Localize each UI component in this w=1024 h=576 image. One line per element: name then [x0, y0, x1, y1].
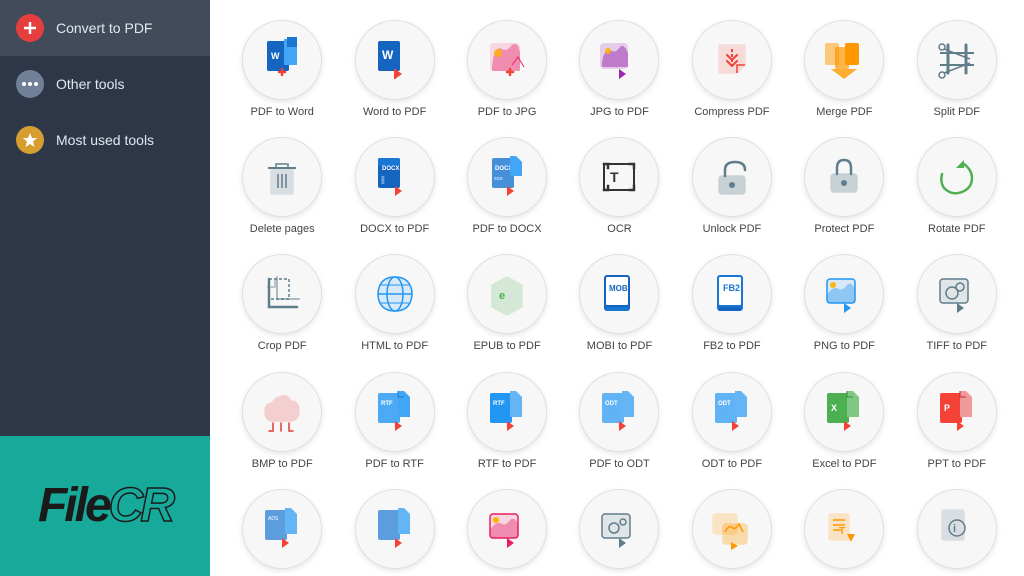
tool-ads-pda[interactable]: ADS ADS→PDA	[229, 483, 335, 576]
tool-label: Excel to PDF	[812, 458, 876, 471]
tool-label: BMP to PDF	[252, 458, 313, 471]
tool-mobi-to-pdf[interactable]: MOBI MOBI to PDF	[566, 248, 672, 359]
tool-label: RTF to PDF	[478, 458, 536, 471]
tool-label: OCR	[607, 223, 631, 236]
tool-label: Compress PDF	[694, 106, 769, 119]
other-icon	[16, 70, 44, 98]
tool-pdf-to-png[interactable]: PDF to PNG	[454, 483, 560, 576]
tool-label: PDF to JPG	[478, 106, 537, 119]
tool-label: FB2 to PDF	[703, 340, 760, 353]
tool-pdf-to-tiff[interactable]: PDF to TIFF	[566, 483, 672, 576]
tool-compress-pdf[interactable]: Compress PDF	[679, 14, 785, 125]
svg-text:DOCX: DOCX	[495, 166, 512, 172]
tool-crop-pdf[interactable]: Crop PDF	[229, 248, 335, 359]
svg-text:RTF: RTF	[493, 401, 505, 407]
tool-protect-pdf[interactable]: Protect PDF	[791, 131, 897, 242]
tool-label: Unlock PDF	[703, 223, 762, 236]
tool-edit-metadata[interactable]: i Edit metadata	[904, 483, 1010, 576]
sidebar-label-mostused: Most used tools	[56, 132, 154, 148]
tool-rotate-pdf[interactable]: Rotate PDF	[904, 131, 1010, 242]
tool-pdf-to-odt[interactable]: ODT PDF to ODT	[566, 366, 672, 477]
tool-label: PNG to PDF	[814, 340, 875, 353]
sidebar-label-convert: Convert to PDF	[56, 20, 152, 36]
tool-label: EPUB to PDF	[473, 340, 540, 353]
svg-text:ODT: ODT	[718, 401, 731, 407]
tools-grid: W PDF to Word W	[225, 10, 1014, 576]
svg-text:MOBI: MOBI	[609, 284, 630, 293]
tool-label: PPT to PDF	[928, 458, 986, 471]
tool-odt-to-pdf[interactable]: ODT ODT to PDF	[679, 366, 785, 477]
tool-png-to-pdf[interactable]: PNG to PDF	[791, 248, 897, 359]
svg-text:i: i	[953, 523, 956, 535]
sidebar-label-other: Other tools	[56, 76, 124, 92]
tool-bmp-to-pdf[interactable]: BMP to PDF	[229, 366, 335, 477]
sidebar: Convert to PDF Other tools Most used too…	[0, 0, 210, 576]
svg-text:X: X	[831, 403, 837, 413]
tool-label: Rotate PDF	[928, 223, 985, 236]
svg-text:e: e	[499, 290, 505, 302]
tool-label: PDF to DOCX	[473, 223, 542, 236]
tool-label: Delete pages	[250, 223, 315, 236]
tool-html-to-pdf[interactable]: HTML to PDF	[341, 248, 447, 359]
tool-pdf-to-word[interactable]: W PDF to Word	[229, 14, 335, 125]
tool-label: PDF to Word	[251, 106, 314, 119]
filecr-watermark: FileCR	[0, 436, 210, 576]
svg-text:ODT: ODT	[605, 401, 618, 407]
tool-label: TIFF to PDF	[927, 340, 988, 353]
tool-to-pp[interactable]: →PP	[341, 483, 447, 576]
tool-docx-to-pdf[interactable]: DOCX ≡ ≡ DOCX to PDF	[341, 131, 447, 242]
tool-label: Split PDF	[934, 106, 980, 119]
svg-text:DOCX: DOCX	[382, 166, 399, 172]
tool-label: Merge PDF	[816, 106, 872, 119]
tool-pdf-to-jpg[interactable]: PDF to JPG	[454, 14, 560, 125]
tool-extract-text[interactable]: T Extract text	[791, 483, 897, 576]
main-content: W PDF to Word W	[210, 0, 1024, 576]
svg-text:T: T	[610, 169, 619, 185]
svg-text:≡≡≡: ≡≡≡	[494, 176, 503, 182]
tool-label: DOCX to PDF	[360, 223, 429, 236]
tool-split-pdf[interactable]: Split PDF	[904, 14, 1010, 125]
tool-label: HTML to PDF	[361, 340, 428, 353]
sidebar-item-mostused[interactable]: Most used tools	[0, 112, 210, 168]
tool-jpg-to-pdf[interactable]: JPG to PDF	[566, 14, 672, 125]
tool-word-to-pdf[interactable]: W Word to PDF	[341, 14, 447, 125]
tool-label: ODT to PDF	[702, 458, 762, 471]
tool-pdf-to-docx[interactable]: DOCX ≡≡≡ PDF to DOCX	[454, 131, 560, 242]
star-icon	[16, 126, 44, 154]
tool-ocr[interactable]: T OCR	[566, 131, 672, 242]
tool-extract-images[interactable]: Extract images	[679, 483, 785, 576]
svg-text:W: W	[271, 51, 280, 61]
tool-label: Word to PDF	[363, 106, 426, 119]
tool-label: Protect PDF	[814, 223, 874, 236]
tool-label: PDF to ODT	[589, 458, 650, 471]
tool-tiff-to-pdf[interactable]: TIFF to PDF	[904, 248, 1010, 359]
tool-merge-pdf[interactable]: Merge PDF	[791, 14, 897, 125]
svg-text:T: T	[839, 526, 845, 537]
svg-text:ADS: ADS	[268, 516, 279, 522]
tool-label: Crop PDF	[258, 340, 307, 353]
tool-fb2-to-pdf[interactable]: FB2 FB2 to PDF	[679, 248, 785, 359]
tool-label: MOBI to PDF	[587, 340, 652, 353]
svg-text:FB2: FB2	[723, 283, 740, 293]
tool-excel-to-pdf[interactable]: X Excel to PDF	[791, 366, 897, 477]
tool-delete-pages[interactable]: Delete pages	[229, 131, 335, 242]
tool-unlock-pdf[interactable]: Unlock PDF	[679, 131, 785, 242]
tool-rtf-to-pdf[interactable]: RTF RTF to PDF	[454, 366, 560, 477]
svg-text:P: P	[944, 403, 950, 413]
sidebar-item-other[interactable]: Other tools	[0, 56, 210, 112]
svg-text:W: W	[382, 48, 394, 62]
svg-text:≡: ≡	[381, 180, 385, 186]
tool-ppt-to-pdf[interactable]: P PPT to PDF	[904, 366, 1010, 477]
svg-text:RTF: RTF	[381, 401, 393, 407]
tool-epub-to-pdf[interactable]: e EPUB to PDF	[454, 248, 560, 359]
sidebar-item-convert[interactable]: Convert to PDF	[0, 0, 210, 56]
tool-label: JPG to PDF	[590, 106, 649, 119]
convert-icon	[16, 14, 44, 42]
tool-pdf-to-rtf[interactable]: RTF PDF to RTF	[341, 366, 447, 477]
tool-label: PDF to RTF	[365, 458, 423, 471]
